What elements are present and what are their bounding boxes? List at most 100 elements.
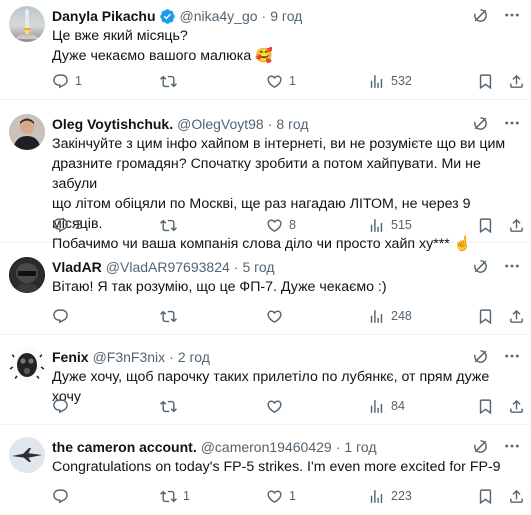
tweet-tools <box>471 114 521 132</box>
views-button[interactable]: 532 <box>368 73 412 90</box>
tweet-text-line: Вітаю! Я так розумію, що це ФП-7. Дуже ч… <box>52 279 387 295</box>
tweet-text: Congratulations on today's FP-5 strikes.… <box>52 457 517 477</box>
author-name[interactable]: Danyla Pikachu <box>52 8 156 24</box>
author-handle[interactable]: @nika4y_go <box>180 8 258 24</box>
share-button[interactable] <box>508 488 525 505</box>
avatar[interactable] <box>9 6 45 42</box>
tweet[interactable]: Danyla Pikachu @nika4y_go · 9 год Це вже… <box>0 0 531 100</box>
like-icon <box>266 488 283 505</box>
tweet[interactable]: Fenix @F3nF3nix · 2 год Дуже хочу, щоб п… <box>0 335 531 425</box>
avatar[interactable] <box>9 437 45 473</box>
like-icon <box>266 398 283 415</box>
views-icon <box>368 488 385 505</box>
author-name[interactable]: Oleg Voytishchuk. <box>52 116 173 132</box>
views-button[interactable]: 248 <box>368 308 412 325</box>
like-button[interactable] <box>266 308 289 325</box>
aircraft-image <box>9 437 45 473</box>
share-button[interactable] <box>508 73 525 90</box>
bookmark-icon <box>477 398 494 415</box>
timestamp[interactable]: 2 год <box>178 349 210 365</box>
retweet-button[interactable]: 1 <box>160 488 190 505</box>
like-button[interactable] <box>266 398 289 415</box>
action-bar: 2 8 515 <box>52 215 521 235</box>
retweet-button[interactable] <box>160 73 183 90</box>
retweet-icon <box>160 398 177 415</box>
tweet-header: Danyla Pikachu @nika4y_go · 9 год <box>52 6 302 26</box>
verified-icon <box>159 8 176 25</box>
retweet-button[interactable] <box>160 308 183 325</box>
bookmark-button[interactable] <box>477 308 494 325</box>
timestamp[interactable]: 8 год <box>276 116 308 132</box>
retweet-icon <box>160 73 177 90</box>
grok-icon[interactable] <box>471 114 489 132</box>
bookmark-button[interactable] <box>477 73 494 90</box>
avatar[interactable] <box>9 257 45 293</box>
share-button[interactable] <box>508 308 525 325</box>
tweet[interactable]: Oleg Voytishchuk. @OlegVoyt98 · 8 год За… <box>0 100 531 252</box>
more-icon[interactable] <box>503 257 521 275</box>
author-handle[interactable]: @OlegVoyt98 <box>177 116 264 132</box>
avatar[interactable] <box>9 347 45 383</box>
reply-button[interactable] <box>52 308 75 325</box>
retweet-icon <box>160 308 177 325</box>
bookmark-icon <box>477 488 494 505</box>
reply-icon <box>52 488 69 505</box>
reply-button[interactable] <box>52 488 75 505</box>
views-icon <box>368 398 385 415</box>
timestamp[interactable]: 9 год <box>270 8 302 24</box>
retweet-icon <box>160 217 177 234</box>
share-button[interactable] <box>508 217 525 234</box>
timestamp[interactable]: 1 год <box>344 439 376 455</box>
share-icon <box>508 308 525 325</box>
author-name[interactable]: Fenix <box>52 349 89 365</box>
views-button[interactable]: 223 <box>368 488 412 505</box>
bookmark-button[interactable] <box>477 217 494 234</box>
gas-mask-image <box>9 347 45 383</box>
reply-button[interactable]: 2 <box>52 217 82 234</box>
avatar[interactable] <box>9 114 45 150</box>
more-icon[interactable] <box>503 347 521 365</box>
share-button[interactable] <box>508 398 525 415</box>
more-icon[interactable] <box>503 114 521 132</box>
author-handle[interactable]: @F3nF3nix <box>93 349 166 365</box>
separator-dot: · <box>261 8 267 24</box>
retweet-count: 1 <box>183 489 190 503</box>
action-bar: 248 <box>52 306 521 326</box>
reply-button[interactable]: 1 <box>52 73 82 90</box>
action-bar: 1 1 532 <box>52 71 521 91</box>
tweet-header: VladAR @VladAR97693824 · 5 год <box>52 257 275 277</box>
grok-icon[interactable] <box>471 257 489 275</box>
views-button[interactable]: 515 <box>368 217 412 234</box>
author-name[interactable]: VladAR <box>52 259 102 275</box>
views-icon <box>368 308 385 325</box>
views-icon <box>368 73 385 90</box>
retweet-button[interactable] <box>160 217 183 234</box>
tweet[interactable]: VladAR @VladAR97693824 · 5 год Вітаю! Я … <box>0 243 531 335</box>
rocket-launch-image <box>15 8 39 39</box>
bookmark-button[interactable] <box>477 398 494 415</box>
views-button[interactable]: 84 <box>368 398 405 415</box>
retweet-button[interactable] <box>160 398 183 415</box>
like-button[interactable]: 8 <box>266 217 296 234</box>
like-button[interactable]: 1 <box>266 73 296 90</box>
views-count: 515 <box>391 218 412 232</box>
tweet-text: Вітаю! Я так розумію, що це ФП-7. Дуже ч… <box>52 277 517 297</box>
action-bar: 1 1 223 <box>52 486 521 506</box>
author-handle[interactable]: @VladAR97693824 <box>106 259 230 275</box>
author-name[interactable]: the cameron account. <box>52 439 197 455</box>
reply-button[interactable] <box>52 398 75 415</box>
more-icon[interactable] <box>503 437 521 455</box>
tweet-tools <box>471 6 521 24</box>
views-icon <box>368 217 385 234</box>
timestamp[interactable]: 5 год <box>242 259 274 275</box>
more-icon[interactable] <box>503 6 521 24</box>
grok-icon[interactable] <box>471 347 489 365</box>
helmet-avatar-image <box>9 257 45 293</box>
bookmark-button[interactable] <box>477 488 494 505</box>
author-handle[interactable]: @cameron19460429 <box>201 439 332 455</box>
tweet-text: Це вже який місяць? Дуже чекаємо вашого … <box>52 26 517 66</box>
grok-icon[interactable] <box>471 437 489 455</box>
like-button[interactable]: 1 <box>266 488 296 505</box>
tweet[interactable]: the cameron account. @cameron19460429 · … <box>0 425 531 515</box>
grok-icon[interactable] <box>471 6 489 24</box>
